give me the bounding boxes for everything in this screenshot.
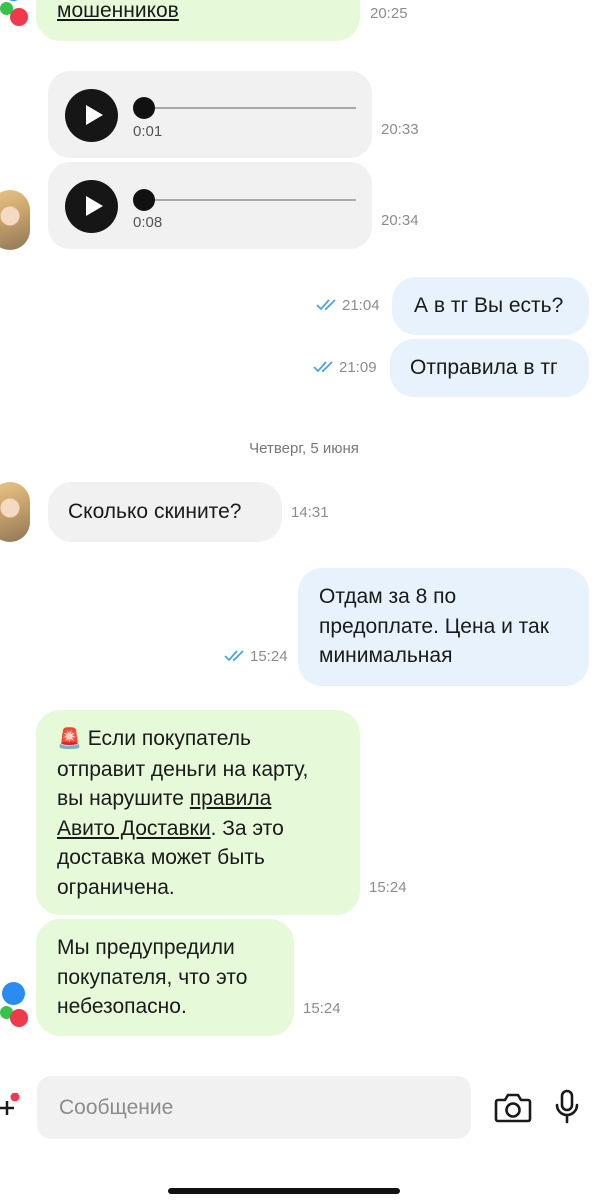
avito-avatar: [0, 982, 30, 1042]
message-time: 21:04: [342, 297, 380, 314]
voice-message: 0:01: [48, 71, 372, 158]
message-text: 🚨 Если покупатель отправит деньги на кар…: [57, 724, 357, 902]
rules-link[interactable]: правила: [190, 787, 272, 810]
home-indicator[interactable]: [168, 1188, 400, 1194]
message-line: доставка может быть: [57, 846, 265, 869]
avito-delivery-link[interactable]: Авито Доставки: [57, 817, 211, 840]
incoming-message: Сколько скините?: [48, 482, 282, 542]
voice-duration: 0:01: [133, 123, 163, 140]
message-line: небезопасно.: [57, 995, 187, 1018]
message-line: . За это: [210, 816, 284, 840]
plus-icon[interactable]: [0, 1093, 22, 1123]
camera-icon[interactable]: [494, 1093, 532, 1123]
voice-message: 0:08: [48, 162, 372, 249]
message-text: А в тг Вы есть?: [414, 294, 564, 317]
message-text[interactable]: мошенников: [57, 0, 179, 26]
message-line: предоплате. Цена и так: [319, 614, 549, 638]
message-line: покупателя, что это: [57, 965, 248, 989]
message-time: 20:34: [381, 212, 419, 229]
message-line: отправит деньги на карту,: [57, 757, 309, 781]
play-icon[interactable]: [65, 180, 118, 233]
message-time: 20:25: [370, 5, 408, 22]
outgoing-message: А в тг Вы есть?: [392, 277, 589, 335]
play-icon[interactable]: [65, 89, 118, 142]
double-check-icon: [316, 299, 336, 311]
voice-duration: 0:08: [133, 214, 163, 231]
avito-avatar: [0, 0, 30, 38]
message-line: ограничена.: [57, 875, 175, 899]
message-time: 20:33: [381, 121, 419, 138]
message-text: Мы предупредили покупателя, что это небе…: [57, 933, 287, 1022]
voice-progress-track[interactable]: [134, 199, 356, 201]
message-input[interactable]: Сообщение: [37, 1076, 471, 1139]
voice-progress-track[interactable]: [134, 107, 356, 109]
message-text: Отправила в тг: [410, 356, 558, 379]
message-time: 21:09: [339, 359, 377, 376]
siren-icon: 🚨: [57, 728, 82, 750]
microphone-icon[interactable]: [553, 1089, 581, 1125]
message-text: Сколько скините?: [68, 500, 242, 523]
outgoing-message: Отправила в тг: [390, 339, 589, 397]
system-message: мошенников: [36, 0, 360, 41]
buyer-avatar[interactable]: [0, 482, 30, 542]
system-message: Мы предупредили покупателя, что это небе…: [36, 919, 294, 1036]
message-line: Мы предупредили: [57, 936, 235, 959]
outgoing-message: Отдам за 8 по предоплате. Цена и так мин…: [298, 568, 589, 686]
voice-progress-knob[interactable]: [133, 97, 155, 119]
message-time: 15:24: [369, 879, 407, 896]
message-line: Отдам за 8 по: [319, 585, 457, 608]
voice-progress-knob[interactable]: [133, 189, 155, 211]
double-check-icon: [313, 361, 333, 373]
message-line: Если покупатель: [87, 727, 251, 750]
message-time: 15:24: [303, 1000, 341, 1017]
message-time: 15:24: [250, 648, 288, 665]
date-separator: Четверг, 5 июня: [249, 440, 359, 457]
message-time: 14:31: [291, 504, 329, 521]
system-warning-message: 🚨 Если покупатель отправит деньги на кар…: [36, 710, 360, 915]
message-line: вы нарушите: [57, 787, 190, 810]
double-check-icon: [224, 650, 244, 662]
buyer-avatar[interactable]: [0, 190, 30, 250]
message-text: Отдам за 8 по предоплате. Цена и так мин…: [319, 582, 579, 671]
message-line: минимальная: [319, 644, 453, 667]
